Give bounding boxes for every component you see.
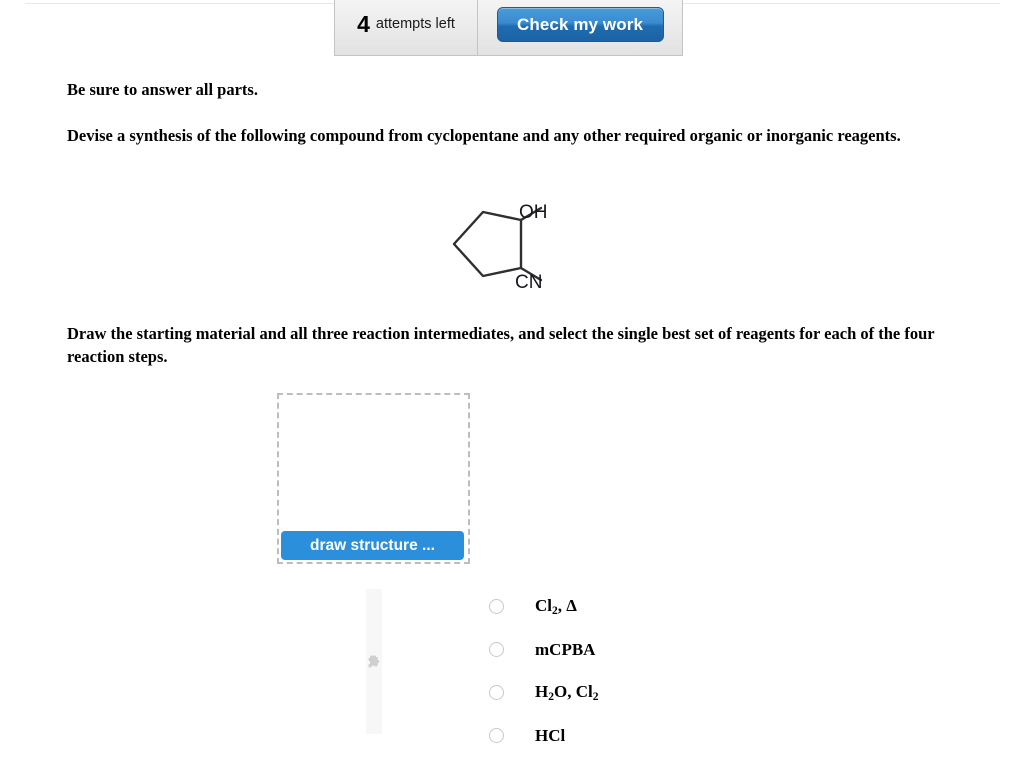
radio-option-4[interactable] [489, 728, 504, 743]
plugin-placeholder-strip[interactable] [366, 589, 382, 734]
nitrile-label: CN [515, 272, 542, 293]
attempts-panel: 4 attempts left Check my work [334, 0, 683, 56]
reagent-options-group: Cl2, Δ mCPBA H2O, Cl2 HCl [489, 585, 789, 757]
option-row[interactable]: HCl [489, 714, 789, 757]
attempts-remaining: 4 attempts left [334, 0, 477, 56]
radio-label-2[interactable]: mCPBA [535, 640, 595, 660]
cyclopentane-ring [452, 210, 523, 278]
question-prompt: Devise a synthesis of the following comp… [67, 126, 901, 145]
radio-option-2[interactable] [489, 642, 504, 657]
attempts-label: attempts left [375, 16, 455, 33]
radio-label-4[interactable]: HCl [535, 726, 565, 746]
option-row[interactable]: Cl2, Δ [489, 585, 789, 628]
radio-option-3[interactable] [489, 685, 504, 700]
radio-label-3[interactable]: H2O, Cl2 [535, 682, 599, 703]
draw-instruction: Draw the starting material and all three… [67, 324, 935, 367]
answer-all-parts-notice: Be sure to answer all parts. [67, 80, 258, 99]
check-my-work-button[interactable]: Check my work [496, 7, 664, 42]
target-molecule-structure: OH CN [440, 190, 570, 300]
attempts-count: 4 [357, 11, 370, 37]
radio-label-1[interactable]: Cl2, Δ [535, 596, 577, 617]
option-row[interactable]: mCPBA [489, 628, 789, 671]
hydroxyl-label: OH [519, 202, 548, 223]
check-button-cell: Check my work [477, 0, 683, 56]
option-row[interactable]: H2O, Cl2 [489, 671, 789, 714]
puzzle-piece-icon [368, 655, 379, 668]
radio-option-1[interactable] [489, 599, 504, 614]
draw-structure-button[interactable]: draw structure ... [281, 531, 464, 560]
